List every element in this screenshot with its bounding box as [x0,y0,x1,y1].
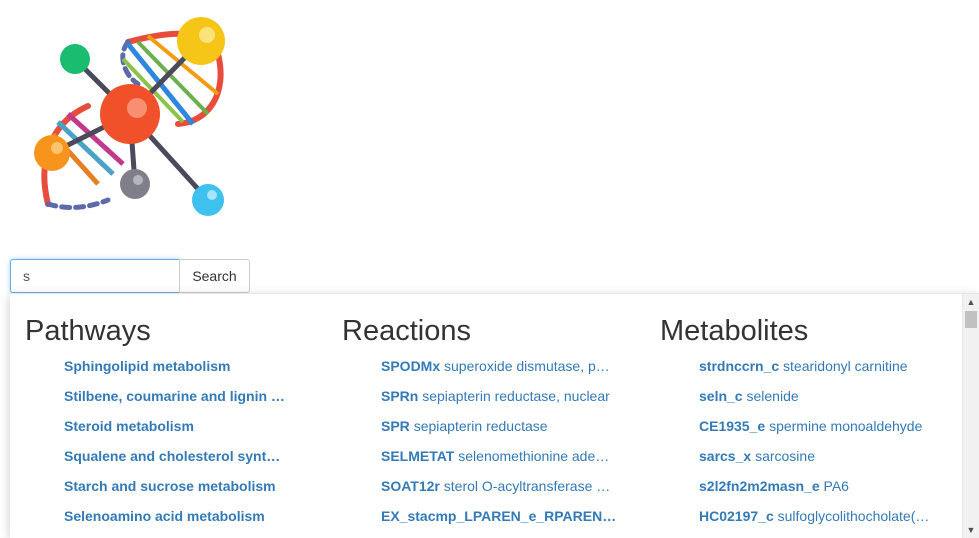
reaction-result[interactable]: EX_stacmp_LPAREN_e_RPAREN… [381,501,631,531]
reaction-result[interactable]: SOAT12r sterol O-acyltransferase … [381,471,631,501]
pathways-heading: Pathways [25,315,151,347]
metabolites-heading: Metabolites [660,315,809,347]
search-button[interactable]: Search [179,259,250,293]
search-input[interactable] [10,259,180,293]
dna-molecule-logo [34,17,225,216]
pathway-result[interactable]: Selenoamino acid metabolism [64,501,314,531]
search-results-dropdown: Pathways Sphingolipid metabolism Stilben… [10,293,979,538]
metabolites-column: Metabolites strdnccrn_c stearidonyl carn… [660,313,960,531]
pathway-result[interactable]: Squalene and cholesterol synt… [64,441,314,471]
pathway-result[interactable]: Steroid metabolism [64,411,314,441]
pathway-result[interactable]: Starch and sucrose metabolism [64,471,314,501]
metabolite-result[interactable]: strdnccrn_c stearidonyl carnitine [699,351,949,381]
reaction-result[interactable]: SPR sepiapterin reductase [381,411,631,441]
pathways-column: Pathways Sphingolipid metabolism Stilben… [25,313,325,531]
scroll-thumb[interactable] [965,311,977,328]
scroll-up-arrow-icon[interactable]: ▲ [963,294,979,311]
pathway-result[interactable]: Sphingolipid metabolism [64,351,314,381]
reaction-result[interactable]: SPRn sepiapterin reductase, nuclear [381,381,631,411]
dropdown-scrollbar[interactable]: ▲ ▼ [962,294,979,538]
metabolite-result[interactable]: seln_c selenide [699,381,949,411]
reactions-heading: Reactions [342,315,471,347]
pathway-result[interactable]: Stilbene, coumarine and lignin … [64,381,314,411]
metabolite-result[interactable]: CE1935_e spermine monoaldehyde [699,411,949,441]
reactions-column: Reactions SPODMx superoxide dismutase, p… [342,313,642,531]
metabolite-result[interactable]: s2l2fn2m2masn_e PA6 [699,471,949,501]
scroll-down-arrow-icon[interactable]: ▼ [963,522,979,538]
metabolite-result[interactable]: sarcs_x sarcosine [699,441,949,471]
reaction-result[interactable]: SPODMx superoxide dismutase, p… [381,351,631,381]
metabolite-result[interactable]: HC02197_c sulfoglycolithocholate(… [699,501,949,531]
reaction-result[interactable]: SELMETAT selenomethionine ade… [381,441,631,471]
